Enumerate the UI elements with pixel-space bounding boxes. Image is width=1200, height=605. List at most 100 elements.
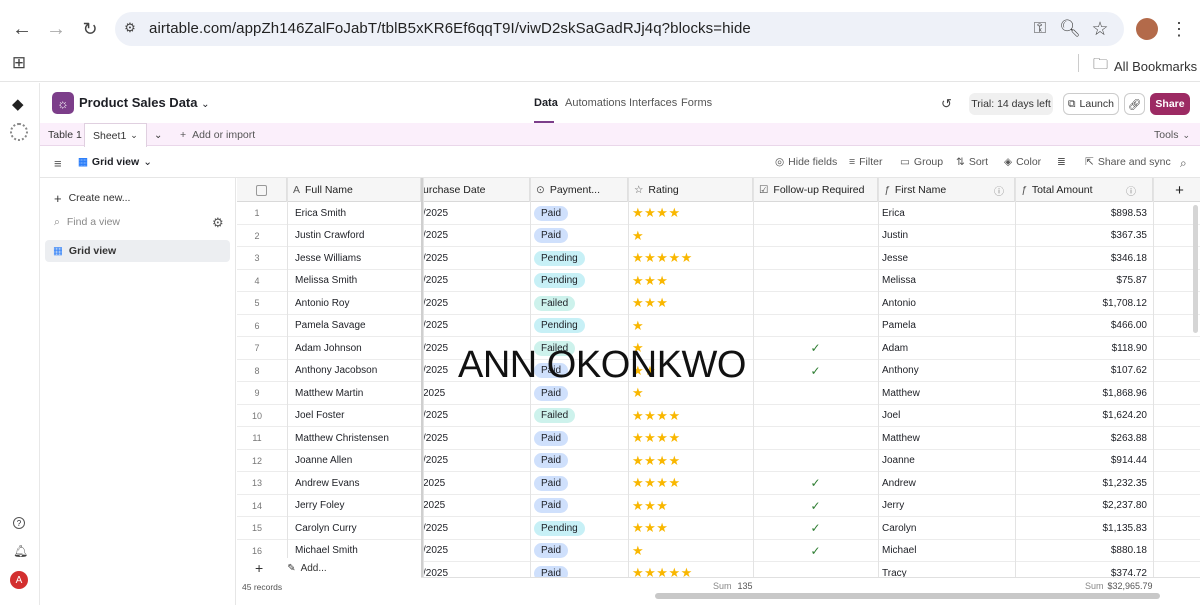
full-name-cell[interactable]: Adam Johnson <box>295 337 421 360</box>
total-amount-cell[interactable]: $346.18 <box>1015 247 1153 270</box>
profile-avatar[interactable] <box>1136 18 1158 40</box>
first-name-cell[interactable]: Joel <box>882 405 1015 428</box>
nav-interfaces[interactable]: Interfaces <box>629 97 677 109</box>
rating-cell[interactable]: ★ <box>632 225 753 248</box>
payment-cell[interactable]: Pending <box>534 315 628 338</box>
vertical-scrollbar[interactable] <box>1193 205 1198 333</box>
row-number[interactable]: 4 <box>237 270 277 293</box>
follow-up-cell[interactable]: ✓ <box>753 472 878 495</box>
row-number[interactable]: 11 <box>237 427 277 450</box>
total-amount-cell[interactable]: $1,868.96 <box>1015 382 1153 405</box>
total-amount-cell[interactable]: $118.90 <box>1015 337 1153 360</box>
first-name-cell[interactable]: Michael <box>882 540 1015 563</box>
trial-badge[interactable]: Trial: 14 days left <box>969 93 1053 115</box>
payment-cell[interactable]: Failed <box>534 292 628 315</box>
full-name-cell[interactable]: Jerry Foley <box>295 495 421 518</box>
total-amount-cell[interactable]: $880.18 <box>1015 540 1153 563</box>
full-name-cell[interactable]: Joel Foster <box>295 405 421 428</box>
rating-cell[interactable]: ★★★ <box>632 270 753 293</box>
first-name-cell[interactable]: Adam <box>882 337 1015 360</box>
apps-grid-icon[interactable]: ⊞ <box>6 50 32 76</box>
follow-up-cell[interactable] <box>753 450 878 473</box>
find-view-input[interactable]: ⌕ Find a view <box>54 216 120 229</box>
purchase-date-cell[interactable]: /2025 <box>423 247 530 270</box>
row-number[interactable]: 10 <box>237 405 277 428</box>
sort-button[interactable]: ⇅ Sort <box>956 156 988 168</box>
row-number[interactable]: 15 <box>237 517 277 540</box>
purchase-date-cell[interactable]: 2025 <box>423 472 530 495</box>
group-button[interactable]: ▭ Group <box>900 156 943 168</box>
full-name-cell[interactable]: Pamela Savage <box>295 315 421 338</box>
workspace-icon[interactable] <box>10 123 28 141</box>
payment-cell[interactable]: Pending <box>534 270 628 293</box>
purchase-date-cell[interactable]: /2025 <box>423 225 530 248</box>
column-header-total-amount[interactable]: ƒ Total Amount ⓘ <box>1015 178 1153 202</box>
payment-cell[interactable]: Paid <box>534 202 628 225</box>
purchase-date-cell[interactable]: /2025 <box>423 405 530 428</box>
color-button[interactable]: ◈ Color <box>1004 156 1041 168</box>
tab-sheet1[interactable]: Sheet1 ⌄ <box>84 123 147 147</box>
view-switcher[interactable]: ▦ Grid view ⌄ <box>78 156 152 168</box>
create-new-button[interactable]: + Create new... <box>54 191 130 206</box>
tab-table-1[interactable]: Table 1 <box>40 123 90 147</box>
column-header-purchase-date[interactable]: urchase Date <box>423 178 530 202</box>
bookmark-star-icon[interactable]: ☆ <box>1087 16 1113 42</box>
full-name-cell[interactable]: Matthew Martin <box>295 382 421 405</box>
payment-cell[interactable]: Paid <box>534 427 628 450</box>
first-name-cell[interactable]: Jesse <box>882 247 1015 270</box>
add-or-import-button[interactable]: + Add or import <box>172 123 263 147</box>
forward-arrow-icon[interactable]: → <box>43 16 69 42</box>
row-number[interactable]: 7 <box>237 337 277 360</box>
total-amount-cell[interactable]: $2,237.80 <box>1015 495 1153 518</box>
total-amount-cell[interactable]: $914.44 <box>1015 450 1153 473</box>
payment-cell[interactable]: Paid <box>534 225 628 248</box>
column-header-follow-up[interactable]: ☑ Follow-up Required <box>753 178 878 202</box>
first-name-cell[interactable]: Antonio <box>882 292 1015 315</box>
payment-cell[interactable]: Paid <box>534 472 628 495</box>
first-name-cell[interactable]: Matthew <box>882 427 1015 450</box>
row-number[interactable]: 1 <box>237 202 277 225</box>
back-arrow-icon[interactable]: ← <box>9 16 35 42</box>
horizontal-scrollbar[interactable] <box>655 593 1160 599</box>
add-field-plus-icon[interactable]: + <box>1153 178 1200 202</box>
full-name-cell[interactable]: Anthony Jacobson <box>295 360 421 383</box>
payment-cell[interactable]: Paid <box>534 450 628 473</box>
follow-up-cell[interactable]: ✓ <box>753 495 878 518</box>
follow-up-cell[interactable] <box>753 270 878 293</box>
purchase-date-cell[interactable]: /2025 <box>423 202 530 225</box>
follow-up-cell[interactable]: ✓ <box>753 540 878 563</box>
purchase-date-cell[interactable]: /2025 <box>423 270 530 293</box>
row-number[interactable]: 2 <box>237 225 277 248</box>
full-name-cell[interactable]: Matthew Christensen <box>295 427 421 450</box>
rating-cell[interactable]: ★★★★ <box>632 472 753 495</box>
airtable-logo-icon[interactable]: ◆ <box>12 95 24 113</box>
key-icon[interactable]: ⚿ <box>1027 16 1053 42</box>
follow-up-cell[interactable] <box>753 405 878 428</box>
rating-cell[interactable]: ★★★★ <box>632 202 753 225</box>
follow-up-cell[interactable]: ✓ <box>753 360 878 383</box>
rating-cell[interactable]: ★★★ <box>632 292 753 315</box>
full-name-cell[interactable]: Joanne Allen <box>295 450 421 473</box>
row-number[interactable]: 8 <box>237 360 277 383</box>
browser-menu-icon[interactable]: ⋮ <box>1166 16 1192 42</box>
total-amount-cell[interactable]: $1,232.35 <box>1015 472 1153 495</box>
user-avatar[interactable]: A <box>10 571 28 589</box>
select-all-checkbox[interactable] <box>237 178 287 202</box>
add-with-ai-button[interactable]: ✎ Add... <box>287 563 327 574</box>
search-icon[interactable]: ⌕ <box>1180 156 1187 171</box>
rating-cell[interactable]: ★ <box>632 540 753 563</box>
copy-link-icon[interactable]: 🔗︎ <box>1124 93 1145 115</box>
purchase-date-cell[interactable]: /2025 <box>423 292 530 315</box>
rating-cell[interactable]: ★★★ <box>632 495 753 518</box>
first-name-cell[interactable]: Anthony <box>882 360 1015 383</box>
follow-up-cell[interactable] <box>753 247 878 270</box>
base-name[interactable]: Product Sales Data ⌄ <box>79 95 210 110</box>
row-number[interactable]: 6 <box>237 315 277 338</box>
rating-cell[interactable]: ★★★★ <box>632 405 753 428</box>
add-row-bar[interactable]: + ✎ Add... <box>237 558 421 578</box>
more-tables-chevron-icon[interactable]: ⌄ <box>146 123 170 147</box>
help-icon[interactable]: ? <box>13 517 25 529</box>
rating-cell[interactable]: ★★★★★ <box>632 247 753 270</box>
nav-automations[interactable]: Automations <box>565 97 626 109</box>
payment-cell[interactable]: Pending <box>534 247 628 270</box>
